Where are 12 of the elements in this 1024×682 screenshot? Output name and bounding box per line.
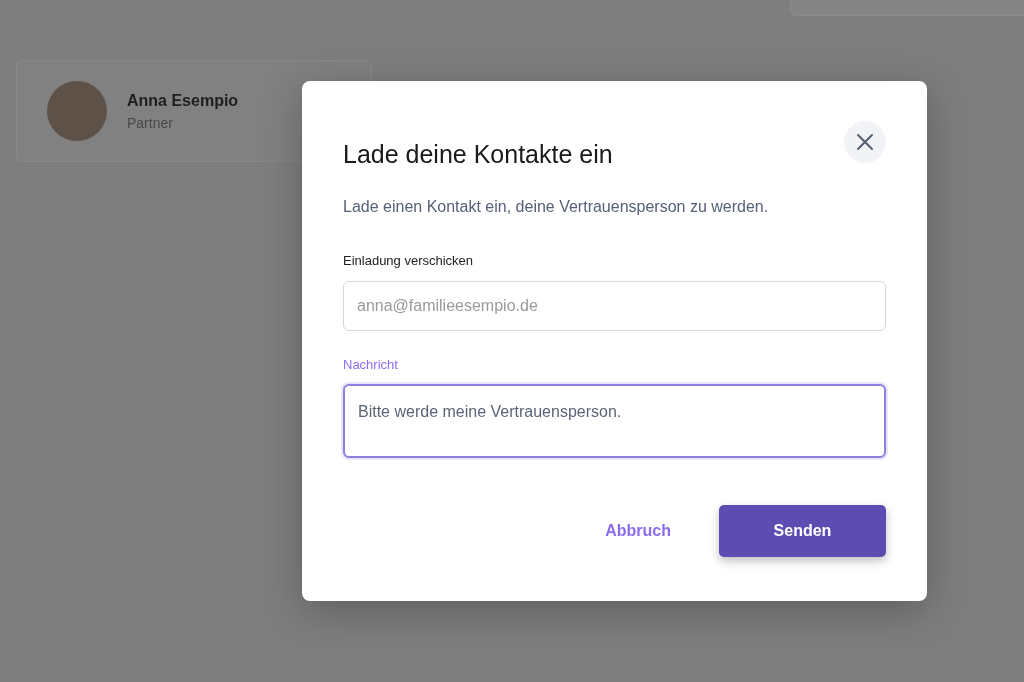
cancel-button[interactable]: Abbruch bbox=[581, 507, 695, 555]
dialog-title: Lade deine Kontakte ein bbox=[343, 139, 613, 169]
contact-name: Anna Esempio bbox=[127, 90, 239, 111]
dialog-description: Lade einen Kontakt ein, deine Vertrauensperson zu werden. bbox=[343, 197, 770, 217]
field-label: Einladung verschicken bbox=[343, 252, 475, 270]
field-label: Nachricht bbox=[343, 355, 399, 374]
close-icon bbox=[856, 133, 874, 151]
message-field[interactable]: Bitte werde meine Vertrauensperson. bbox=[343, 384, 886, 458]
avatar-photo-placeholder bbox=[47, 81, 107, 141]
email-field[interactable]: anna@familieesempio.de bbox=[343, 280, 886, 331]
send-button[interactable]: Senden bbox=[719, 505, 886, 557]
close-button[interactable] bbox=[844, 121, 886, 163]
